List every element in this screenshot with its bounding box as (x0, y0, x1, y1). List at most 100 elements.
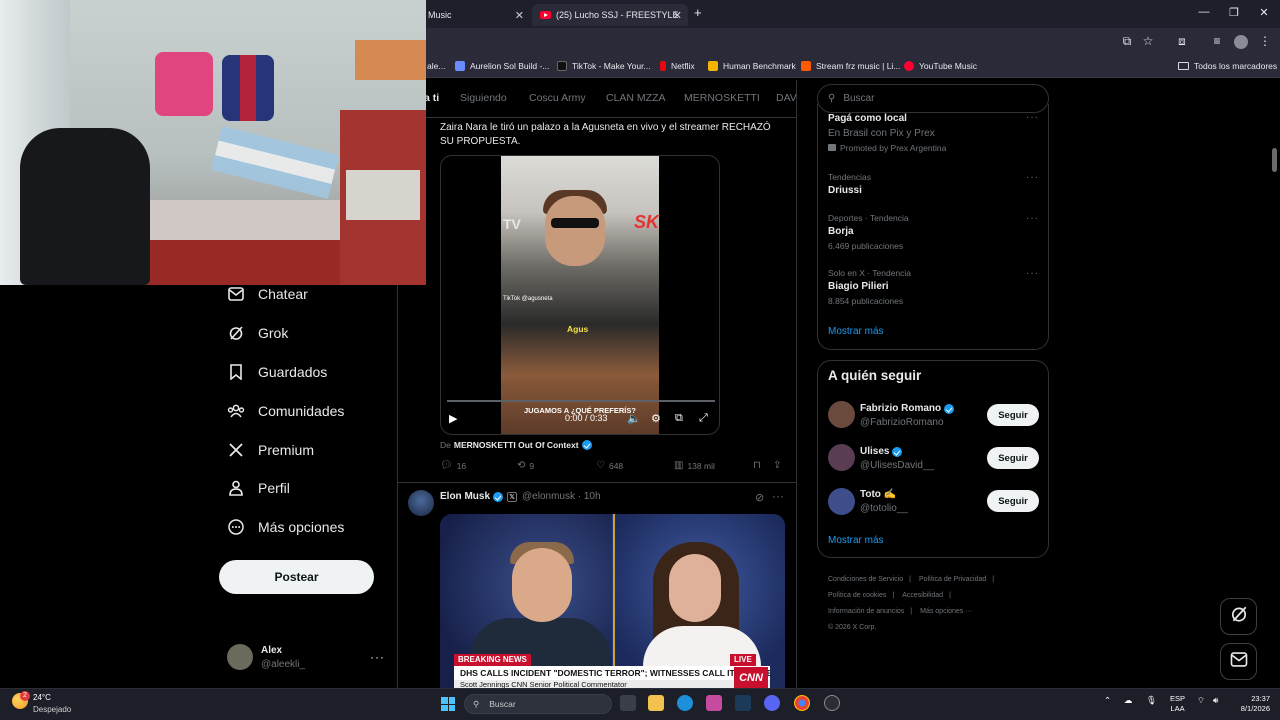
more-icon[interactable]: ··· (772, 489, 784, 503)
volume-icon[interactable]: 🔈 (627, 412, 641, 425)
discord-icon[interactable] (764, 695, 780, 711)
footer-link[interactable]: Más opciones ··· (920, 608, 972, 615)
nav-item-comunidades[interactable]: Comunidades (227, 399, 344, 423)
share-button[interactable]: ⇪ (773, 460, 785, 471)
tweet-media-image[interactable]: BREAKING NEWS LIVE DHS CALLS INCIDENT "D… (440, 514, 785, 690)
more-icon[interactable]: ··· (1026, 268, 1039, 279)
tab-clan-mzza[interactable]: CLAN MZZA (606, 92, 666, 104)
nav-item-guardados[interactable]: Guardados (227, 360, 327, 384)
close-window-button[interactable]: ✕ (1254, 6, 1274, 19)
bookmark-item[interactable]: TikTok - Make Your... (557, 61, 651, 71)
footer-link[interactable]: Accesibilidad (902, 592, 943, 599)
chrome-icon[interactable] (794, 695, 810, 711)
nav-item-premium[interactable]: Premium (227, 438, 314, 462)
microphone-icon[interactable]: 🎙︎ (1146, 695, 1157, 706)
chevron-up-icon[interactable]: ⌃ (1104, 695, 1111, 706)
bookmark-item[interactable]: Netflix (660, 61, 695, 71)
grok-icon[interactable]: ⊘ (755, 491, 764, 504)
store-icon[interactable] (706, 695, 722, 711)
account-more-icon[interactable]: ··· (370, 650, 385, 664)
tab-dav[interactable]: DAV (776, 92, 797, 104)
follow-name[interactable]: Ulises (860, 446, 903, 457)
language-indicator[interactable]: ESP LAA (1170, 694, 1185, 714)
bookmark-item[interactable]: Human Benchmark (708, 61, 796, 71)
new-tab-button[interactable]: + (694, 5, 702, 20)
trends-show-more-link[interactable]: Mostrar más (828, 326, 884, 337)
repost-button[interactable]: ⟲ 9 (517, 460, 534, 471)
more-icon[interactable]: ··· (1026, 213, 1039, 224)
restore-button[interactable]: ❐ (1224, 6, 1244, 19)
bookmark-item[interactable]: YouTube Music (904, 61, 977, 71)
footer-link[interactable]: Política de Privacidad (919, 576, 986, 583)
cast-icon[interactable]: ⧉ (1118, 34, 1136, 49)
trend-title[interactable]: Biagio Pilieri (828, 281, 889, 292)
network-drive-icon[interactable]: ☁ (1124, 695, 1133, 706)
avatar[interactable] (828, 444, 855, 471)
minimize-button[interactable]: — (1194, 6, 1214, 18)
play-icon[interactable]: ▶ (449, 412, 457, 425)
nav-item-grok[interactable]: Grok (227, 321, 288, 345)
profile-avatar[interactable] (1234, 35, 1248, 49)
footer-link[interactable]: Política de cookies (828, 592, 886, 599)
browser-tab-youtube[interactable]: (25) Lucho SSJ - FREESTYLE - Yo ✕ (532, 4, 688, 26)
tab-coscu-army[interactable]: Coscu Army (529, 92, 586, 104)
bookmark-star-icon[interactable]: ☆ (1139, 34, 1157, 48)
follow-button[interactable]: Seguir (987, 490, 1039, 512)
tab-mernosketti[interactable]: MERNOSKETTI (684, 92, 760, 104)
follow-name[interactable]: Toto ✍️ (860, 489, 896, 500)
close-icon[interactable]: ✕ (515, 9, 524, 22)
settings-icon[interactable]: ⚙ (651, 412, 661, 425)
nav-item-perfil[interactable]: Perfil (227, 476, 290, 500)
extensions-icon[interactable]: ⧈ (1173, 34, 1191, 49)
webcam-overlay[interactable] (0, 0, 426, 285)
reply-button[interactable]: 💬︎ 16 (440, 460, 466, 471)
avatar[interactable] (408, 490, 434, 516)
wifi-icon[interactable]: ⌔ (1197, 695, 1205, 706)
follow-show-more-link[interactable]: Mostrar más (828, 535, 884, 546)
file-explorer-icon[interactable] (648, 695, 664, 711)
avatar[interactable] (828, 401, 855, 428)
more-icon[interactable]: ··· (1026, 112, 1039, 123)
weather-temp[interactable]: 24°C (33, 693, 51, 702)
follow-button[interactable]: Seguir (987, 447, 1039, 469)
fullscreen-icon[interactable]: ⤢ (699, 412, 708, 425)
picture-in-picture-icon[interactable]: ⧉ (675, 412, 683, 425)
edge-icon[interactable] (677, 695, 693, 711)
menu-kebab-icon[interactable]: ⋮ (1256, 34, 1274, 48)
nav-item-chatear[interactable]: Chatear (227, 282, 308, 306)
close-icon[interactable]: ✕ (673, 9, 682, 22)
views-button[interactable]: ▥ 138 mil (674, 460, 715, 471)
account-handle[interactable]: @aleekli_ (261, 659, 305, 670)
like-button[interactable]: ♡ 648 (596, 460, 623, 471)
bookmark-item[interactable]: Stream frz music | Li... (801, 61, 900, 71)
task-view-icon[interactable] (620, 695, 636, 711)
follow-button[interactable]: Seguir (987, 404, 1039, 426)
trend-title[interactable]: Borja (828, 226, 854, 237)
post-button[interactable]: Postear (219, 560, 374, 594)
messages-fab-button[interactable] (1220, 643, 1257, 680)
follow-name[interactable]: Fabrizio Romano (860, 403, 955, 414)
media-queue-icon[interactable]: ≡ (1208, 34, 1226, 48)
bookmark-item[interactable]: Aurelion Sol Build -... (455, 61, 549, 71)
tab-siguiendo[interactable]: Siguiendo (460, 92, 507, 104)
clock[interactable]: 23:37 8/1/2026 (1232, 694, 1270, 714)
weather-desc[interactable]: Despejado (33, 705, 71, 714)
account-name[interactable]: Alex (261, 645, 282, 656)
attribution-account[interactable]: MERNOSKETTI Out Of Context (454, 440, 579, 450)
grok-fab-button[interactable] (1220, 598, 1257, 635)
avatar[interactable] (828, 488, 855, 515)
all-bookmarks-folder[interactable]: Todos los marcadores (1178, 61, 1277, 71)
footer-link[interactable]: Información de anuncios (828, 608, 904, 615)
steam-icon[interactable] (735, 695, 751, 711)
page-scrollbar[interactable] (1272, 148, 1277, 172)
promoted-title[interactable]: Pagá como local (828, 113, 907, 124)
video-progress-bar[interactable] (447, 400, 715, 402)
tweet-author[interactable]: Elon Musk 𝕏 @elonmusk · 10h (440, 491, 601, 502)
avatar[interactable] (227, 644, 253, 670)
more-icon[interactable]: ··· (1026, 172, 1039, 183)
app-icon[interactable] (824, 695, 840, 711)
video-player[interactable]: TV SK TikTok @agusneta Agus JUGAMOS A ¿Q… (440, 155, 720, 435)
trend-title[interactable]: Driussi (828, 185, 862, 196)
footer-link[interactable]: Condiciones de Servicio (828, 576, 903, 583)
nav-item-mas-opciones[interactable]: Más opciones (227, 515, 344, 539)
